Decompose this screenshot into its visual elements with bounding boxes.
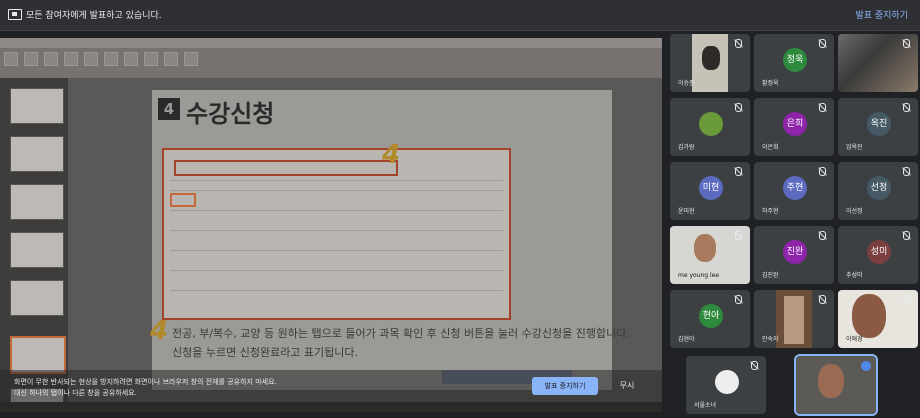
section-number: 4 (158, 98, 180, 120)
slide-thumbnail[interactable] (10, 88, 64, 124)
participant-video-subject (784, 296, 804, 344)
participant-tile[interactable]: 주현 하주현 (754, 162, 834, 220)
present-screen-icon (8, 9, 22, 20)
participant-name: 이선정 (846, 208, 863, 215)
avatar: 은희 (783, 112, 807, 136)
mic-off-icon (819, 167, 826, 176)
participant-name: 김진완 (762, 272, 779, 279)
participant-tile[interactable]: 진완 김진완 (754, 226, 834, 284)
participant-name: 이애경 (846, 336, 863, 343)
slide-thumbnail[interactable] (10, 136, 64, 172)
participant-tile[interactable]: 선정 이선정 (838, 162, 918, 220)
participant-tile[interactable]: 옥진 임옥진 (838, 98, 918, 156)
slide-thumbnail-selected[interactable] (10, 336, 66, 374)
avatar: 선정 (867, 176, 891, 200)
slide-thumbnail[interactable] (10, 184, 64, 220)
ignore-button[interactable]: 무시 (612, 377, 642, 395)
participant-tile-self[interactable] (794, 354, 878, 416)
participant-name: 안숙자 (762, 336, 779, 343)
mic-off-icon (735, 167, 742, 176)
participant-tile[interactable]: 이애경 (838, 290, 918, 348)
participant-tile[interactable]: 미현 윤미현 (670, 162, 750, 220)
participant-tile[interactable]: 성미 추성미 (838, 226, 918, 284)
avatar: 옥진 (867, 112, 891, 136)
mic-off-icon (903, 39, 910, 48)
mic-off-icon (735, 103, 742, 112)
participant-tile[interactable]: 서울소녀 (686, 356, 766, 414)
participant-video-subject (694, 234, 716, 262)
mic-off-icon (903, 167, 910, 176)
participant-tile[interactable]: 은희 이은희 (754, 98, 834, 156)
participant-name: 임옥진 (846, 144, 863, 151)
participant-name: 황정욱 (762, 80, 779, 87)
participant-name: 하주현 (762, 208, 779, 215)
mic-off-icon (735, 295, 742, 304)
participant-name: 서울소녀 (694, 402, 717, 409)
slide-title: 수강신청 (186, 100, 275, 128)
shared-screen: 4 수강신청 4 4 전공, 부/복수, 교양 등 원하는 탭으로 들어가 과목… (0, 38, 662, 412)
mic-off-icon (903, 295, 910, 304)
slide-thumbnails (0, 78, 68, 412)
stop-presenting-button[interactable]: 발표 중지하기 (532, 377, 598, 395)
avatar-image (715, 370, 739, 394)
apply-button-highlight (170, 193, 196, 207)
participant-name: 김가람 (678, 144, 695, 151)
slide-description-2: 신청을 누르면 신청완료라고 표기됩니다. (172, 346, 359, 359)
participant-video-subject (702, 46, 720, 70)
participant-tile[interactable]: 안숙자 (754, 290, 834, 348)
participant-name: 이은희 (762, 144, 779, 151)
mic-off-icon (735, 231, 742, 240)
registration-screenshot (162, 148, 511, 320)
mic-off-icon (819, 231, 826, 240)
participant-name: 김현아 (678, 336, 695, 343)
app-ribbon (0, 48, 662, 78)
participant-tile[interactable]: 정욱 황정욱 (754, 34, 834, 92)
participant-tile[interactable]: me young lee (670, 226, 750, 284)
slide-thumbnail[interactable] (10, 280, 64, 316)
avatar: 정욱 (783, 48, 807, 72)
avatar: 미현 (699, 176, 723, 200)
participant-video-subject (818, 364, 844, 398)
share-warning-line1: 화면이 무한 반사되는 현상을 방지하려면 화면이나 브라우저 창의 전체를 공… (14, 378, 277, 386)
participant-tile[interactable] (838, 34, 918, 92)
mic-off-icon (903, 231, 910, 240)
participant-tile[interactable]: 이승준 (670, 34, 750, 92)
presenting-message: 모든 참여자에게 발표하고 있습니다. (26, 11, 162, 21)
participant-name: 추성미 (846, 272, 863, 279)
share-warning-line2: 대신 하나의 탭이나 다른 창을 공유하세요. (14, 389, 137, 397)
stop-presenting-link[interactable]: 발표 중지하기 (855, 8, 908, 21)
participant-name: 윤미현 (678, 208, 695, 215)
mic-off-icon (903, 103, 910, 112)
participant-tile[interactable]: 현아 김현아 (670, 290, 750, 348)
app-titlebar (0, 38, 662, 48)
mic-off-icon (751, 361, 758, 370)
step-number: 4 (382, 140, 401, 170)
speaking-indicator-icon (861, 361, 871, 371)
avatar: 주현 (783, 176, 807, 200)
avatar-image (699, 112, 723, 136)
participant-name: me young lee (678, 272, 720, 279)
presenting-bar: 모든 참여자에게 발표하고 있습니다. 발표 중지하기 (0, 0, 920, 31)
current-slide: 4 수강신청 4 4 전공, 부/복수, 교양 등 원하는 탭으로 들어가 과목… (150, 90, 630, 390)
slide-thumbnail[interactable] (10, 232, 64, 268)
avatar: 성미 (867, 240, 891, 264)
mic-off-icon (819, 295, 826, 304)
avatar: 현아 (699, 304, 723, 328)
tab-highlight (174, 160, 398, 176)
participant-video-subject (852, 294, 886, 338)
participant-tile[interactable]: 김가람 (670, 98, 750, 156)
participant-name: 이승준 (678, 80, 695, 87)
mic-off-icon (819, 103, 826, 112)
slide-editor: 4 수강신청 4 4 전공, 부/복수, 교양 등 원하는 탭으로 들어가 과목… (68, 78, 662, 412)
step-number-marker: 4 (150, 316, 169, 346)
mic-off-icon (819, 39, 826, 48)
mic-off-icon (735, 39, 742, 48)
avatar: 진완 (783, 240, 807, 264)
slide-description-1: 전공, 부/복수, 교양 등 원하는 탭으로 들어가 과목 확인 후 신청 버튼… (172, 327, 630, 340)
